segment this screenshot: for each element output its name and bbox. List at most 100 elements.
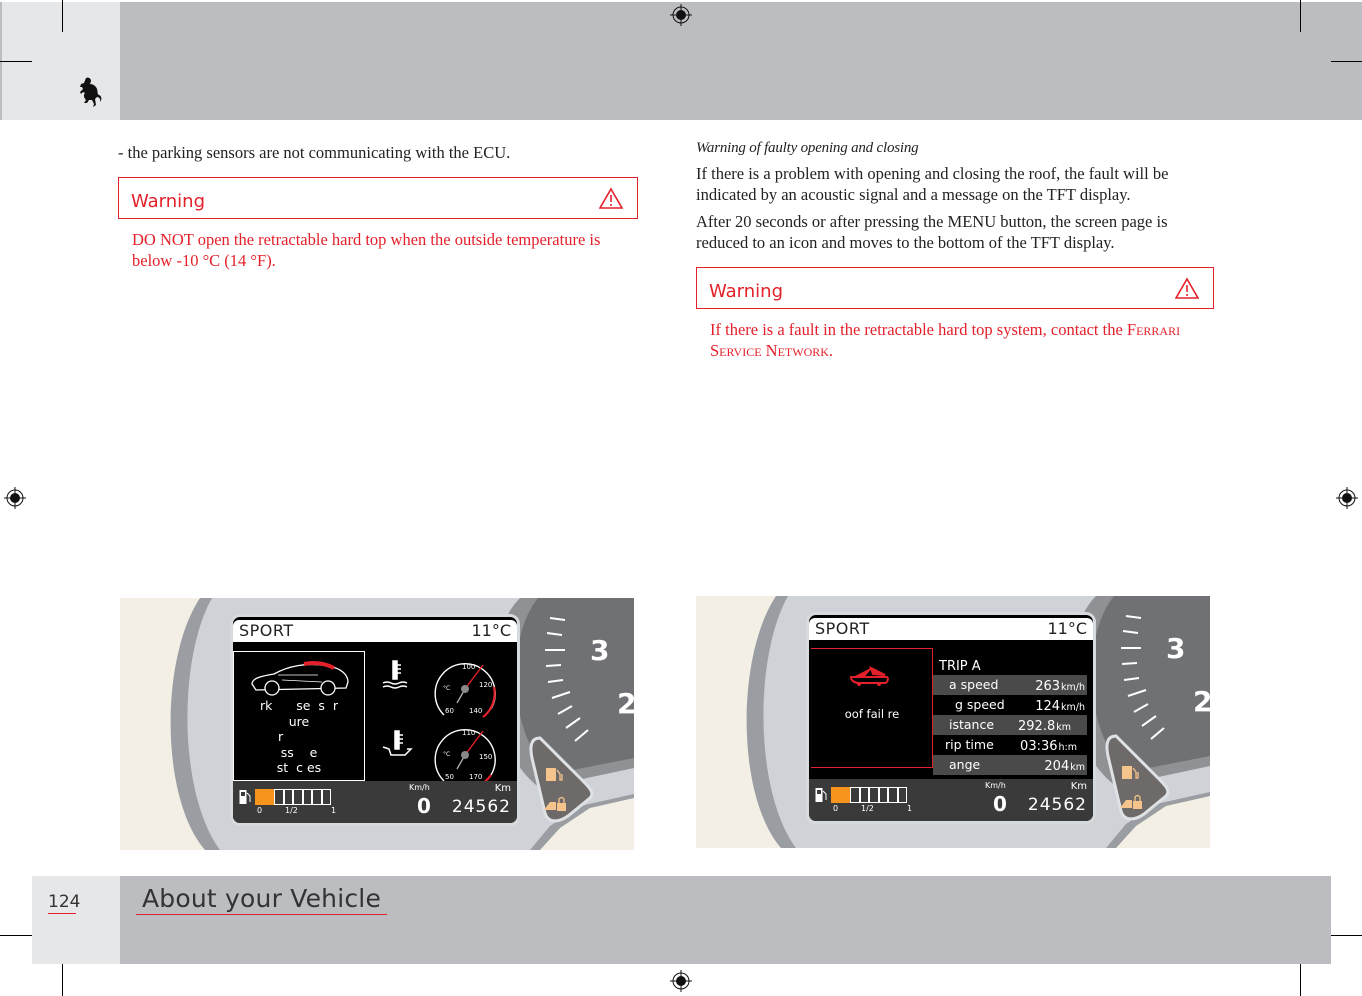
crop-mark [0,935,32,936]
registration-mark-icon [670,4,692,26]
tft-status-bar: SPORT 11°C [809,618,1093,640]
fuel-tick: 0 [257,806,263,815]
warning-label: Warning [131,191,206,212]
trip-value: 03:36h:m [1020,739,1077,754]
crop-mark [1331,935,1362,936]
trip-value-number: 03:36 [1020,739,1058,754]
warning-label: Warning [709,281,784,302]
dashboard-illustration-parking: 3 2 SPORT 11°C rk se s r ure r ss e st c es [120,598,634,850]
warning-triangle-icon [1175,277,1199,299]
fuel-pump-icon [815,788,827,802]
right-column: Warning of faulty opening and closing If… [696,140,1214,361]
trip-label: g speed [955,697,1005,712]
trip-row: ange 204km [933,755,1087,775]
gauge-label: 140 [469,707,482,715]
warning-text-prefix: If there is a fault in the retractable h… [710,320,1127,339]
speed-value: 0 [417,794,431,818]
gauge-label: 50 [445,773,454,781]
fuel-segment [840,787,850,803]
fuel-segment [878,787,888,803]
gauge-label: 100 [462,663,475,671]
fuel-tick: 1/2 [285,806,298,815]
speed-unit: Km/h [985,781,1006,790]
message-line: r [278,729,307,744]
page-number: 124 [48,892,81,914]
trip-value: 204km [1044,759,1085,774]
tft-bottom-bar: 0 1/2 1 Km/h Km 0 24562 [809,779,1093,821]
warning-text: If there is a fault in the retractable h… [696,309,1214,361]
trip-title: TRIP A [939,659,981,674]
registration-mark-icon [1336,487,1358,509]
tft-display: SPORT 11°C oof fail re TRIP A a speed 263… [806,612,1096,824]
trip-label: istance [949,717,995,732]
fuel-tick: 0 [833,804,839,813]
trip-row: istance 292.8km [933,715,1087,735]
coolant-temp-icon [382,660,408,689]
trip-value-unit: h:m [1058,742,1077,753]
gauge-label: 60 [445,707,454,715]
drive-mode: SPORT [815,619,870,638]
tft-display: SPORT 11°C rk se s rurer ss est c es [230,614,520,826]
gauge-label: 120 [479,681,492,689]
fuel-level-bar [255,789,331,805]
roof-failure-icon [849,666,889,686]
tft-bottom-bar: 0 1/2 1 Km/h Km 0 24562 [233,781,517,823]
odometer-unit: Km [494,783,511,794]
fuel-segment [321,789,331,805]
trip-row: rip time 03:36h:m [933,735,1087,755]
trip-value-unit: km [1056,722,1071,733]
message-line: ss e [280,744,318,760]
trip-value-number: 204 [1044,759,1070,774]
tach-number-3: 3 [590,634,609,667]
car-roof-icon [251,661,349,696]
roof-failure-text: oof fail re [844,707,900,721]
fuel-segment [869,787,879,803]
fuel-level-bar [831,787,907,803]
fuel-tick: 1 [907,804,913,813]
fuel-pump-icon [239,790,251,804]
fuel-segment [302,789,312,805]
fuel-tick: 1/2 [861,804,874,813]
registration-mark-icon [670,970,692,992]
odometer-value: 24562 [451,797,511,817]
warning-text: DO NOT open the retractable hard top whe… [132,230,601,270]
warning-box: Warning [118,177,638,219]
speed-unit: Km/h [409,783,430,792]
message-line: rk se s r [260,698,338,713]
fuel-segment [274,789,284,805]
trip-value: 124km/h [1035,699,1085,714]
trip-value-unit: km [1070,762,1085,773]
drive-mode: SPORT [239,621,294,640]
message-line: st c es [276,760,322,775]
gauge-label: 150 [479,753,492,761]
odometer-unit: Km [1070,781,1087,792]
trip-value-number: 124 [1035,699,1061,714]
gauge-label: 110 [462,729,475,737]
fuel-segment [831,787,841,803]
trip-value-unit: km/h [1061,702,1085,713]
trip-value-number: 263 [1035,679,1061,694]
crop-mark [62,964,63,996]
outside-temperature: 11°C [1047,619,1087,638]
oil-temp-gauge: 110 150 170 50 °C [434,729,496,784]
registration-mark-icon [4,487,26,509]
prancing-horse-logo [80,77,102,107]
trip-label: rip time [945,737,994,752]
dashboard-illustration-roof-failure: 3 2 SPORT 11°C oof fail re TRIP A a spee… [696,596,1210,848]
oil-temp-icon [382,730,413,756]
crop-mark [1300,964,1301,996]
trip-label: ange [949,757,981,772]
gauge-label: °C [443,685,450,692]
gauge-label: 170 [469,773,482,781]
trip-value: 263km/h [1035,679,1085,694]
trip-value-unit: km/h [1061,682,1085,693]
trip-computer-table: a speed 263km/h g speed 124km/h istance 292… [933,675,1087,775]
fuel-segment [897,787,907,803]
warning-triangle-icon [599,187,623,209]
message-line: ure [288,713,310,729]
trip-row: a speed 263km/h [933,675,1087,695]
warning-box: Warning [696,267,1214,309]
subheading: Warning of faulty opening and closing [696,140,919,156]
fuel-segment [293,789,303,805]
fuel-segment [283,789,293,805]
